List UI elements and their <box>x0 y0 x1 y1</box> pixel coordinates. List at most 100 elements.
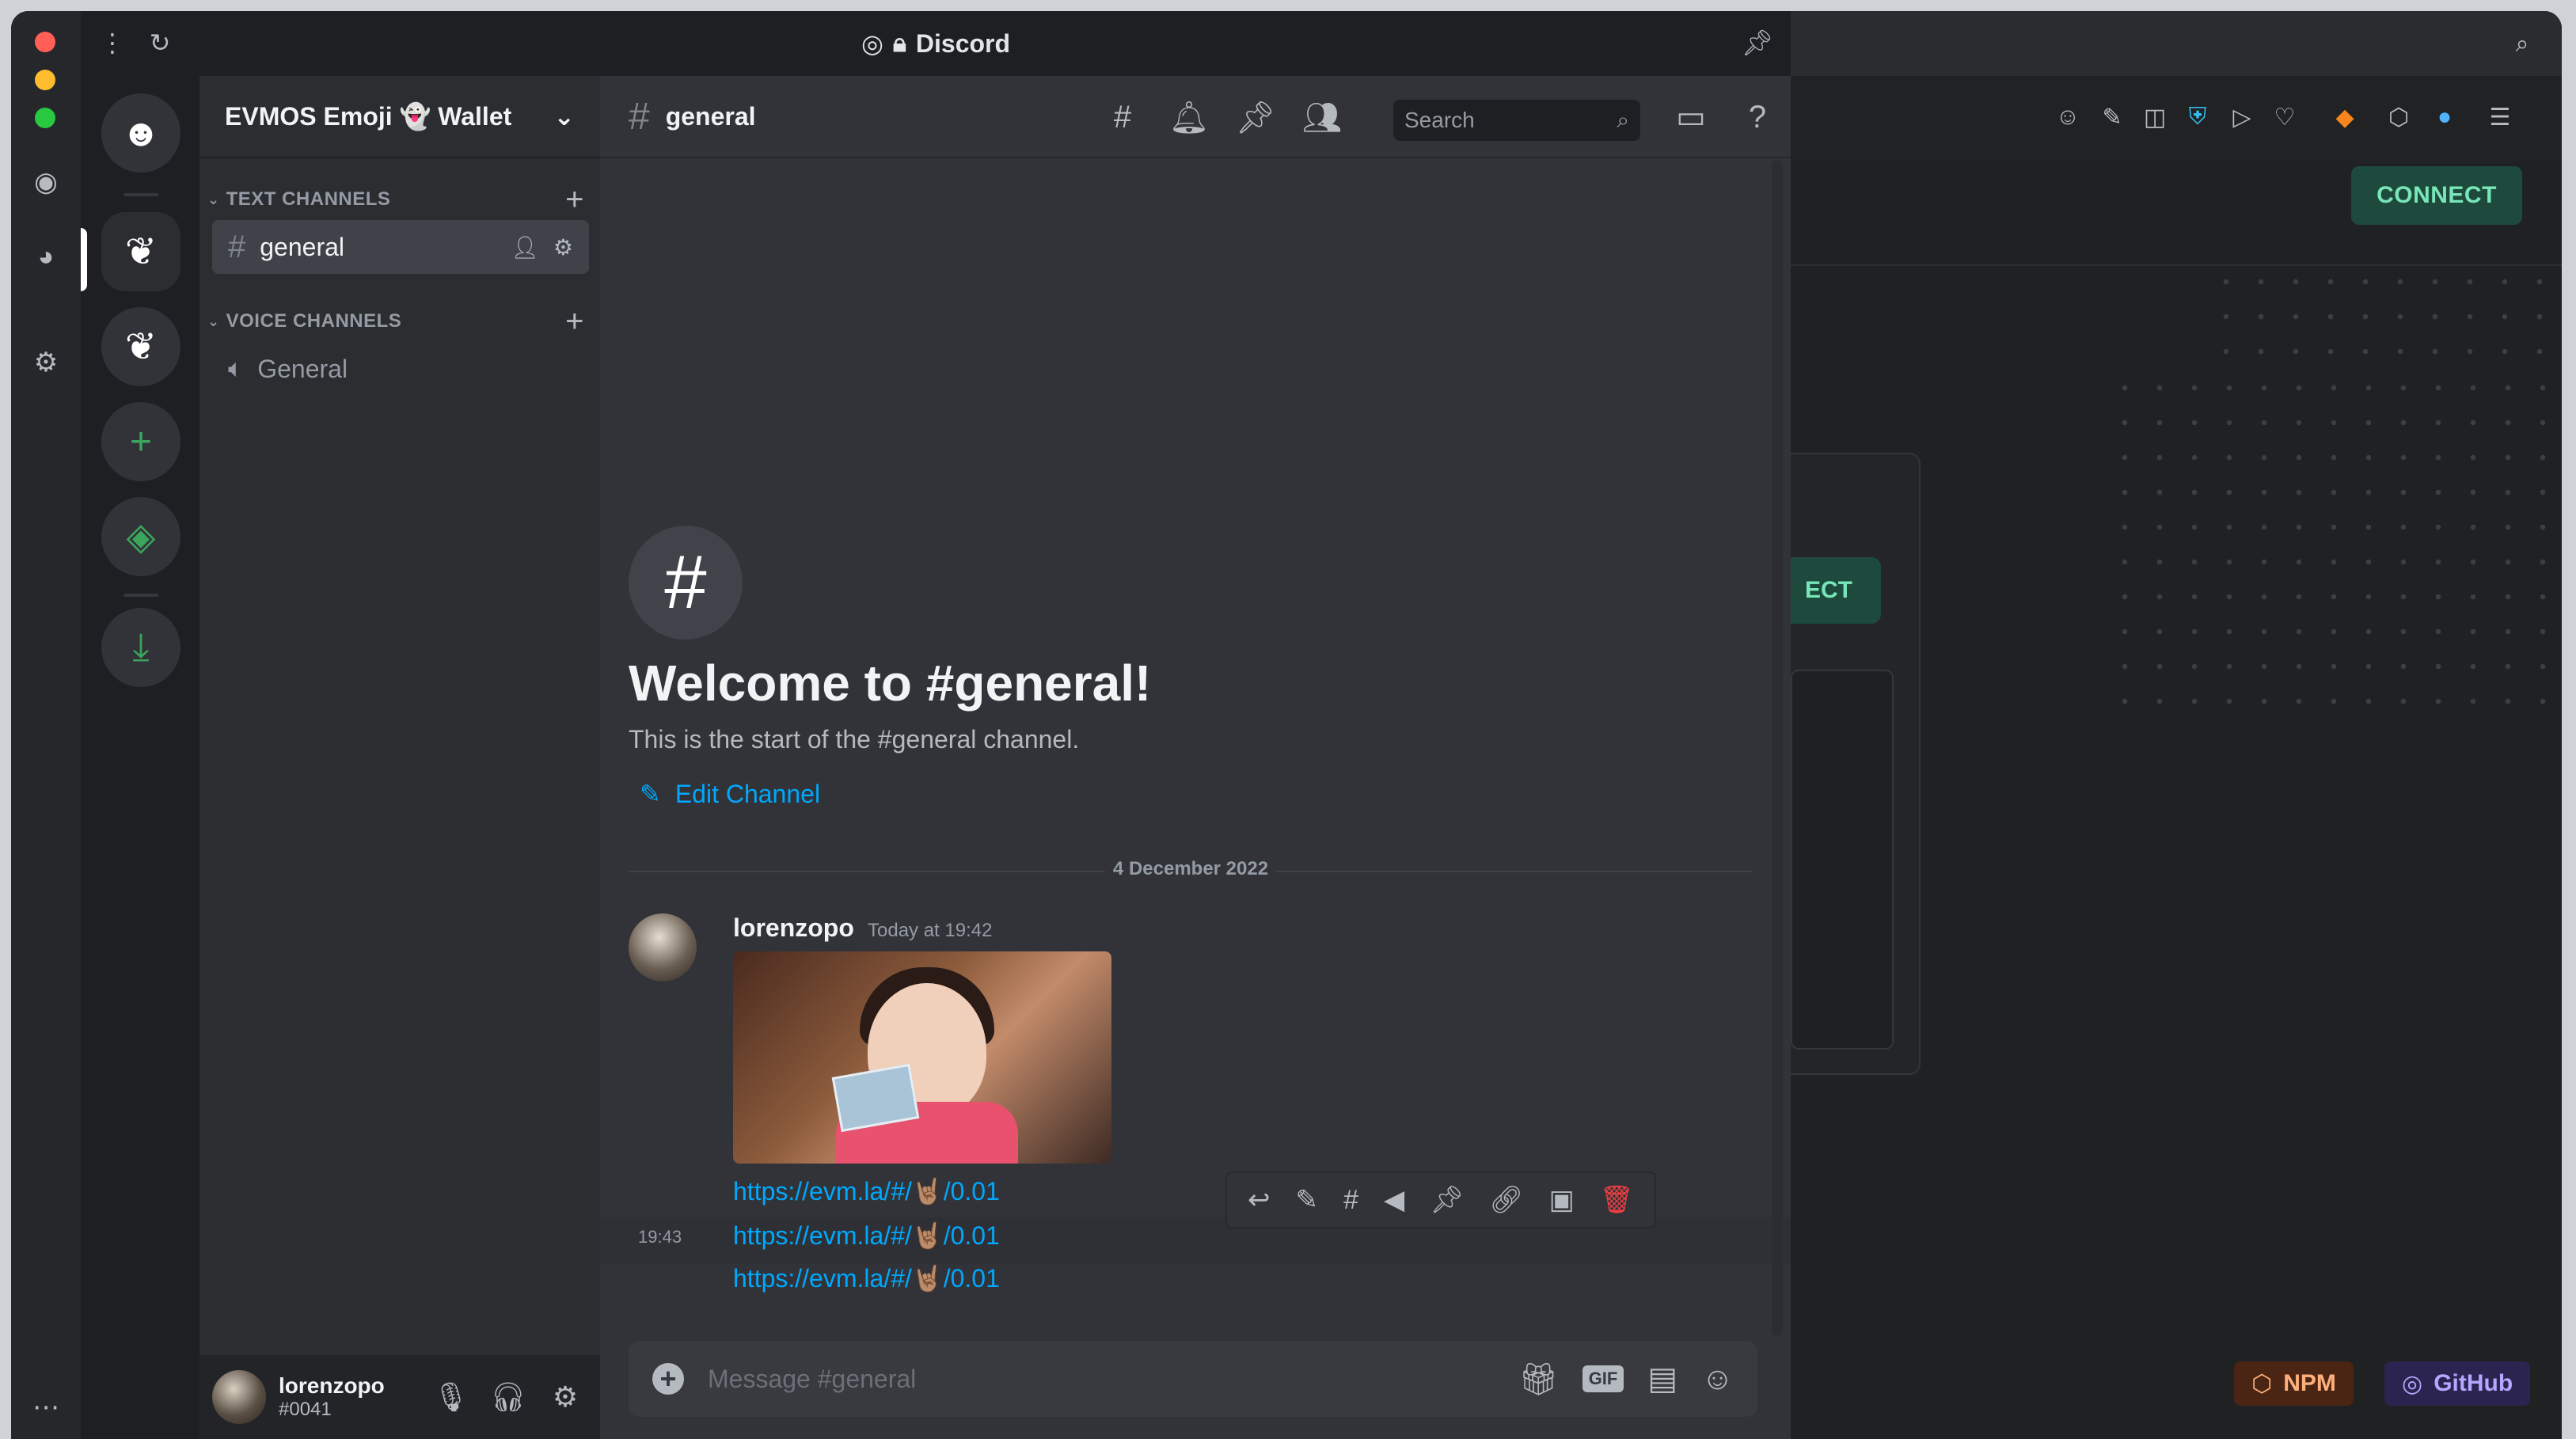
close-window-button[interactable] <box>35 32 55 52</box>
message-composer[interactable]: + Message #general 🎁︎ GIF ▤ ☺ <box>629 1341 1757 1417</box>
search-icon: ⌕ <box>1617 107 1629 132</box>
message-link[interactable]: https://evm.la/#/🤘🏽/0.01 <box>733 1263 1000 1293</box>
username: lorenzopo <box>279 1373 385 1398</box>
add-attachment-icon[interactable]: + <box>652 1362 684 1395</box>
emoji-icon[interactable]: ☺ <box>1701 1361 1734 1397</box>
gear-icon[interactable]: ⚙ <box>553 234 573 260</box>
server-separator <box>123 594 158 597</box>
date-divider: 4 December 2022 <box>629 858 1753 880</box>
minimize-window-button[interactable] <box>35 70 55 90</box>
user-settings-icon[interactable]: ⚙ <box>543 1380 587 1414</box>
discord-panel-icon[interactable]: ◉ <box>27 163 65 201</box>
connect-button[interactable]: CONNECT <box>2351 166 2522 225</box>
create-channel-icon[interactable]: + <box>565 182 584 218</box>
search-icon[interactable]: ⌕ <box>2506 28 2538 60</box>
twitter-panel-icon[interactable]: ◕ <box>27 237 65 275</box>
menu-icon[interactable]: ☰ <box>2484 101 2516 133</box>
download-apps-button[interactable]: ⤓ <box>101 608 180 687</box>
member-list-icon[interactable]: 👥︎ <box>1300 95 1344 139</box>
invite-icon[interactable]: 👤︎ <box>511 234 539 260</box>
help-icon[interactable]: ? <box>1735 95 1780 139</box>
package-icon: ⬡ <box>2251 1370 2273 1397</box>
discord-window: ⋮ ↻ ◎ 🔒︎ Discord 📌︎ ☻ ❦ ❦ + ◈ ⤓ EVMOS Em… <box>81 11 1791 1439</box>
channel-sidebar: EVMOS Emoji 👻 Wallet ⌄ ⌄ TEXT CHANNELS +… <box>199 76 600 1439</box>
server-header[interactable]: EVMOS Emoji 👻 Wallet ⌄ <box>199 76 600 158</box>
channel-label: General <box>257 354 348 383</box>
voice-channel-general[interactable]: 🔈︎ General <box>212 342 589 396</box>
window-title: ◎ 🔒︎ Discord <box>81 28 1791 59</box>
pinned-icon[interactable]: 📌︎ <box>1233 95 1278 139</box>
message-actions-toolbar: ↩ ✎ # ◀ 📌︎ 🔗︎ ▣ 🗑︎ <box>1225 1171 1656 1228</box>
category-label: VOICE CHANNELS <box>226 310 402 332</box>
message-link[interactable]: https://evm.la/#/🤘🏽/0.01 <box>733 1221 1000 1251</box>
category-voice-channels[interactable]: ⌄ VOICE CHANNELS + <box>207 304 584 340</box>
channel-general[interactable]: # general 👤︎ ⚙ <box>212 220 589 274</box>
emoji-icon[interactable]: ☺ <box>2052 101 2084 133</box>
pin-window-icon[interactable]: 📌︎ <box>1742 27 1774 59</box>
github-link[interactable]: ◎ GitHub <box>2384 1361 2531 1406</box>
message-input[interactable]: Message #general <box>708 1365 1495 1394</box>
search-input[interactable]: Search ⌕ <box>1393 100 1640 141</box>
profile-icon[interactable]: ● <box>2429 101 2460 133</box>
message-author[interactable]: lorenzopo <box>733 913 854 943</box>
category-label: TEXT CHANNELS <box>226 188 391 210</box>
chevron-down-icon: ⌄ <box>553 102 575 131</box>
heart-icon[interactable]: ♡ <box>2269 101 2301 133</box>
collapse-icon: ⌄ <box>207 313 220 329</box>
server-name: EVMOS Emoji 👻 Wallet <box>225 102 512 131</box>
pin-message-icon[interactable]: 📌︎ <box>1430 1184 1464 1216</box>
copy-link-icon[interactable]: 🔗︎ <box>1489 1184 1523 1216</box>
discord-home-button[interactable]: ☻ <box>101 93 180 173</box>
avatar[interactable] <box>212 1370 266 1424</box>
github-icon: ◎ <box>2402 1370 2423 1397</box>
add-server-button[interactable]: + <box>101 402 180 481</box>
create-channel-icon[interactable]: + <box>565 304 584 340</box>
edit-channel-link[interactable]: ✎ Edit Channel <box>640 779 820 809</box>
npm-link[interactable]: ⬡ NPM <box>2234 1361 2354 1406</box>
gift-icon[interactable]: 🎁︎ <box>1518 1361 1559 1398</box>
sticker-icon[interactable]: ▤ <box>1647 1361 1677 1397</box>
active-server-indicator <box>81 228 87 291</box>
channel-title: general <box>665 101 756 131</box>
lock-icon: 🔒︎ <box>892 28 906 57</box>
mute-mic-icon[interactable]: 🎙︎ <box>429 1380 473 1414</box>
notifications-icon[interactable]: 🔔︎ <box>1167 95 1211 139</box>
gif-button[interactable]: GIF <box>1582 1365 1624 1392</box>
browser-sidebar: ◉ ◕ ⚙ ⋯ <box>11 11 81 1439</box>
window-title-text: Discord <box>915 28 1011 58</box>
settings-icon[interactable]: ⚙ <box>27 344 65 382</box>
more-icon[interactable]: ⋯ <box>27 1388 65 1426</box>
inbox-icon[interactable]: ▭ <box>1669 95 1713 139</box>
copy-id-icon[interactable]: ▣ <box>1549 1184 1575 1216</box>
threads-icon[interactable]: # <box>1100 95 1145 139</box>
browser-tab-bar: ⌕ <box>1791 11 2562 76</box>
search-placeholder: Search <box>1404 108 1475 132</box>
delete-icon[interactable]: 🗑︎ <box>1600 1184 1634 1216</box>
mark-unread-icon[interactable]: ◀ <box>1384 1184 1404 1216</box>
channel-hash-icon: # <box>629 526 743 640</box>
edit-icon[interactable]: ✎ <box>2096 101 2128 133</box>
background-web-app: ⌕ ☺ ✎ ◫ ⛨ ▷ ♡ ◆ ⬡ ● ☰ CONNECT ECT ⬡ NPM … <box>1759 11 2562 1439</box>
card-connect-button[interactable]: ECT <box>1791 557 1881 624</box>
deafen-icon[interactable]: 🎧︎ <box>486 1380 530 1414</box>
shield-icon[interactable]: ⛨ <box>2182 101 2213 133</box>
chat-scrollbar[interactable] <box>1772 160 1783 1336</box>
user-tag: #0041 <box>279 1399 332 1420</box>
server-icon[interactable]: ❦ <box>101 307 180 386</box>
reply-icon[interactable]: ↩ <box>1248 1184 1271 1216</box>
channel-label: general <box>260 232 344 261</box>
camera-icon[interactable]: ◫ <box>2139 101 2171 133</box>
edit-icon[interactable]: ✎ <box>1296 1184 1319 1216</box>
text-channel-icon: # <box>629 95 650 138</box>
send-icon[interactable]: ▷ <box>2226 101 2258 133</box>
server-evmos-icon[interactable]: ❦ <box>101 212 180 291</box>
extensions-icon[interactable]: ⬡ <box>2383 101 2415 133</box>
maximize-window-button[interactable] <box>35 108 55 128</box>
gif-attachment[interactable] <box>733 951 1111 1164</box>
category-text-channels[interactable]: ⌄ TEXT CHANNELS + <box>207 182 584 218</box>
message-link[interactable]: https://evm.la/#/🤘🏽/0.01 <box>733 1176 1000 1206</box>
explore-servers-button[interactable]: ◈ <box>101 497 180 576</box>
metamask-icon[interactable]: ◆ <box>2329 101 2361 133</box>
avatar[interactable] <box>629 913 697 981</box>
create-thread-icon[interactable]: # <box>1343 1185 1358 1216</box>
